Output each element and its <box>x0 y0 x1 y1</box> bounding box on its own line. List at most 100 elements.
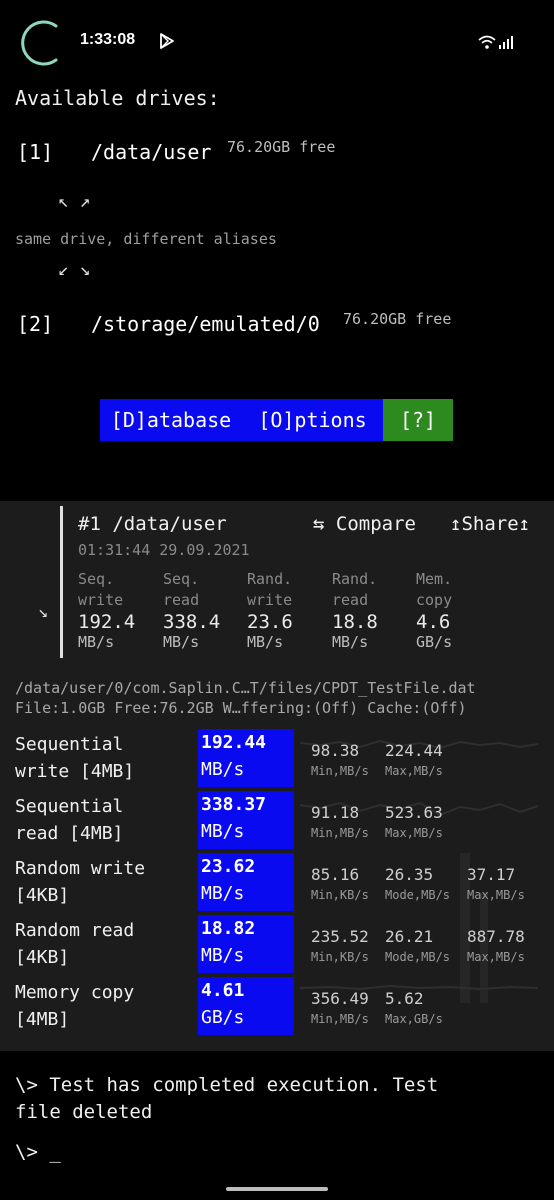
test-row-seq-read: Sequential read [4MB] 338.37 MB/s 91.18 … <box>0 791 554 849</box>
stat-min-unit: Min,MB/s <box>311 764 369 778</box>
test-label-line1: Random write <box>15 858 146 879</box>
home-indicator[interactable] <box>226 1187 328 1191</box>
stat-max: 224.44 <box>385 741 443 760</box>
test-file-path: /data/user/0/com.Saplin.C…T/files/CPDT_T… <box>15 679 476 697</box>
test-label-line1: Memory copy <box>15 982 135 1003</box>
result-title[interactable]: #1 /data/user <box>78 513 227 535</box>
loading-spinner-icon <box>21 20 58 66</box>
summary-value: 18.8 <box>332 611 378 633</box>
terminal-line-2: file deleted <box>15 1101 153 1123</box>
stat-min-unit: Min,KB/s <box>311 950 369 964</box>
summary-seq-write: Seq. write 192.4 MB/s <box>78 569 135 651</box>
test-value-box: 18.82 MB/s <box>198 915 294 973</box>
test-value: 23.62 <box>201 856 256 877</box>
summary-seq-read: Seq. read 338.4 MB/s <box>163 569 220 651</box>
stat-min: 85.16 <box>311 865 360 884</box>
test-value-box: 23.62 MB/s <box>198 853 294 911</box>
test-value: 18.82 <box>201 918 256 939</box>
test-label-line2: [4KB] <box>15 947 70 968</box>
test-unit: MB/s <box>201 883 245 904</box>
test-value-box: 4.61 GB/s <box>198 977 294 1035</box>
alias-arrows-bottom: ↙ ↘ <box>58 259 91 280</box>
summary-label-1: Seq. <box>163 570 200 588</box>
test-label-line1: Sequential <box>15 734 124 755</box>
stat-max-unit: Max,GB/s <box>385 1012 443 1026</box>
drive-free-space: 76.20GB free <box>343 310 452 328</box>
alias-arrows-top: ↖ ↗ <box>58 191 91 212</box>
drives-heading: Available drives: <box>15 86 220 110</box>
terminal-line-1: \> Test has completed execution. Test <box>15 1074 439 1096</box>
test-label-line2: [4MB] <box>15 1009 70 1030</box>
summary-unit: MB/s <box>247 633 284 651</box>
drive-index: [2] <box>17 312 54 336</box>
summary-unit: MB/s <box>332 633 369 651</box>
test-unit: MB/s <box>201 945 245 966</box>
stat-max: 37.17 <box>467 865 516 884</box>
stat-max-unit: Max,MB/s <box>467 950 525 964</box>
summary-unit: MB/s <box>163 633 200 651</box>
summary-value: 338.4 <box>163 611 221 633</box>
test-row-rand-read: Random read [4KB] 18.82 MB/s 235.52 Min,… <box>0 915 554 973</box>
drive-item-2[interactable]: [2] /storage/emulated/0 76.20GB free <box>17 310 537 340</box>
alias-note: same drive, different aliases <box>15 230 277 248</box>
status-bar: 1:33:08 <box>0 0 554 80</box>
stat-min: 356.49 <box>311 989 369 1008</box>
stat-max: 887.78 <box>467 927 525 946</box>
stat-min: 235.52 <box>311 927 369 946</box>
test-value-box: 192.44 MB/s <box>198 729 294 787</box>
stat-mode-unit: Mode,MB/s <box>385 950 451 964</box>
summary-label-1: Rand. <box>247 570 293 588</box>
summary-label-1: Seq. <box>78 570 115 588</box>
play-store-icon <box>160 33 174 49</box>
stat-mode: 26.35 <box>385 865 434 884</box>
terminal-prompt[interactable]: \> _ <box>15 1139 61 1166</box>
test-row-mem-copy: Memory copy [4MB] 4.61 GB/s 356.49 Min,M… <box>0 977 554 1035</box>
summary-mem-copy: Mem. copy 4.6 GB/s <box>416 569 452 651</box>
stat-max-unit: Max,MB/s <box>385 764 443 778</box>
test-value: 4.61 <box>201 980 245 1001</box>
summary-value: 23.6 <box>247 611 293 633</box>
drive-item-1[interactable]: [1] /data/user 76.20GB free <box>17 138 467 168</box>
stat-max-unit: Max,MB/s <box>467 888 525 902</box>
stat-mode: 26.21 <box>385 927 434 946</box>
stat-min-unit: Min,KB/s <box>311 888 369 902</box>
summary-label-2: write <box>247 591 293 609</box>
summary-value: 4.6 <box>416 611 451 633</box>
stat-min-unit: Min,MB/s <box>311 826 369 840</box>
result-timestamp: 01:31:44 29.09.2021 <box>78 541 250 559</box>
result-card-divider <box>60 506 63 658</box>
test-label-line2: [4KB] <box>15 885 70 906</box>
result-panel: ↘ #1 /data/user ⇆ Compare ↥Share↥ 01:31:… <box>0 501 554 1051</box>
summary-label-1: Mem. <box>416 570 453 588</box>
help-button[interactable]: [?] <box>383 399 453 441</box>
summary-unit: GB/s <box>416 633 453 651</box>
wifi-icon <box>478 35 496 49</box>
test-row-seq-write: Sequential write [4MB] 192.44 MB/s 98.38… <box>0 729 554 787</box>
summary-label-2: copy <box>416 591 453 609</box>
stat-min: 91.18 <box>311 803 360 822</box>
test-unit: GB/s <box>201 1007 245 1028</box>
test-label-line1: Random read <box>15 920 135 941</box>
test-value-box: 338.37 MB/s <box>198 791 294 849</box>
compare-button[interactable]: ⇆ Compare <box>313 513 416 535</box>
drive-path: /data/user <box>91 140 212 164</box>
share-button[interactable]: ↥Share↥ <box>450 513 530 535</box>
database-button[interactable]: [D]atabase <box>100 399 242 441</box>
summary-label-2: write <box>78 591 124 609</box>
summary-label-1: Rand. <box>332 570 378 588</box>
signal-icon <box>499 36 513 49</box>
summary-unit: MB/s <box>78 633 115 651</box>
stat-max: 5.62 <box>385 989 424 1008</box>
summary-value: 192.4 <box>78 611 136 633</box>
test-unit: MB/s <box>201 759 245 780</box>
options-button[interactable]: [O]ptions <box>242 399 383 441</box>
expand-arrow-icon[interactable]: ↘ <box>38 602 48 622</box>
summary-rand-write: Rand. write 23.6 MB/s <box>247 569 293 651</box>
drive-path: /storage/emulated/0 <box>91 312 320 336</box>
drive-index: [1] <box>17 140 54 164</box>
stat-max-unit: Max,MB/s <box>385 826 443 840</box>
stat-min-unit: Min,MB/s <box>311 1012 369 1026</box>
test-unit: MB/s <box>201 821 245 842</box>
drive-free-space: 76.20GB free <box>227 138 336 156</box>
summary-label-2: read <box>332 591 369 609</box>
